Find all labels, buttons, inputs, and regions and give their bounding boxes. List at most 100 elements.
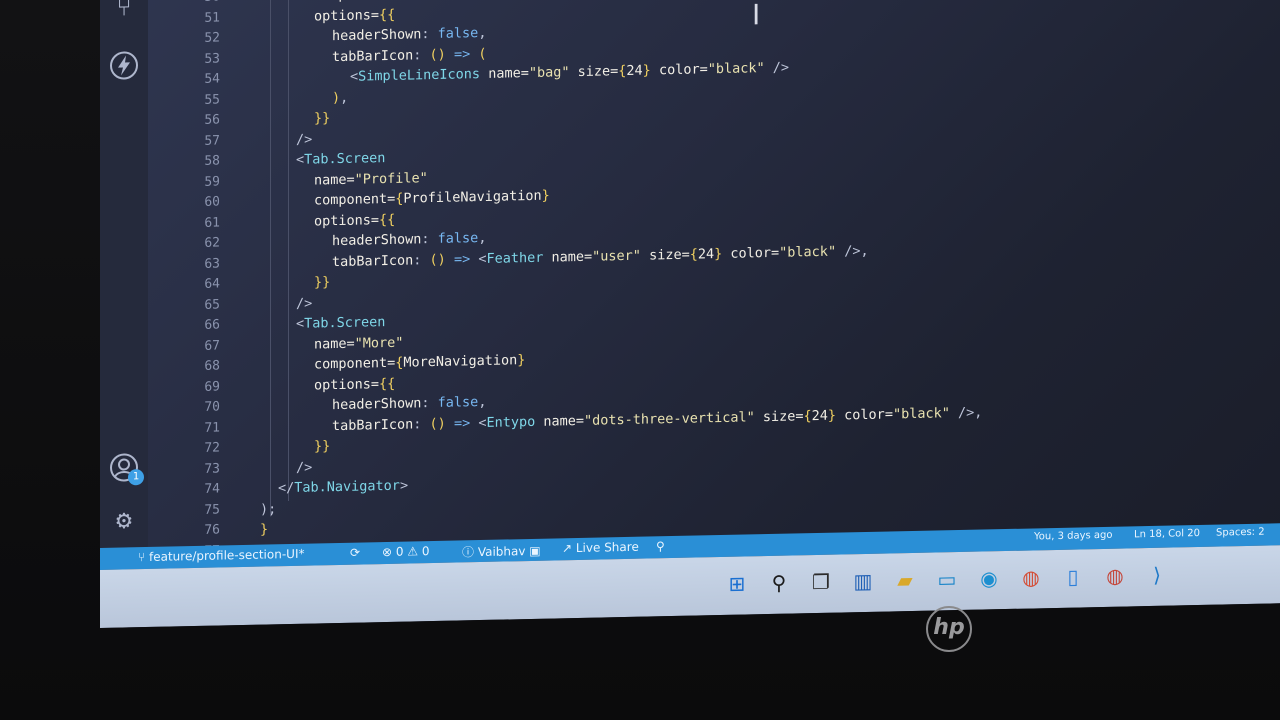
sync-icon[interactable]: ⟳ xyxy=(350,546,360,560)
code-token: Feather xyxy=(486,249,544,267)
code-line: /> xyxy=(296,295,312,311)
line-number: 64 xyxy=(204,276,220,292)
line-number: 63 xyxy=(204,255,220,272)
code-line: }} xyxy=(314,438,330,454)
code-token: false xyxy=(437,25,479,42)
code-line: /> xyxy=(296,459,312,475)
code-line: options={{ xyxy=(314,6,395,24)
cursor-position[interactable]: Ln 18, Col 20 xyxy=(1134,528,1200,540)
live-share-button[interactable]: ↗ Live Share xyxy=(562,540,639,556)
code-token: size= xyxy=(640,246,690,264)
code-token: => xyxy=(445,45,479,63)
line-number: 67 xyxy=(204,337,220,354)
task-view-icon[interactable]: ❐ xyxy=(806,567,836,598)
accounts-icon[interactable]: 1 xyxy=(108,451,144,486)
code-token: /> xyxy=(296,295,313,312)
code-token: < xyxy=(350,68,359,85)
indentation-status[interactable]: Spaces: 2 xyxy=(1216,527,1265,539)
desktop-icon[interactable]: ▭ xyxy=(932,564,962,595)
branch-name: feature/profile-section-UI* xyxy=(149,546,305,564)
code-token: , xyxy=(340,89,349,106)
code-token: options= xyxy=(314,6,380,25)
laptop-screen: ⑂ 1 ⚙ 50 51 52 53 54 55 56 57 58 59 60 61 62 63 64 65 66… xyxy=(100,0,1280,628)
line-number: 73 xyxy=(204,460,220,477)
branch-status[interactable]: ⑂ feature/profile-section-UI* xyxy=(138,547,305,564)
code-token: "Profile" xyxy=(354,169,428,188)
code-line: /> xyxy=(296,131,312,147)
code-token: } xyxy=(260,521,269,538)
problems-status[interactable]: ⊗ 0 ⚠ 0 xyxy=(382,544,430,559)
code-line: ); xyxy=(260,501,276,517)
file-explorer-icon[interactable]: ▰ xyxy=(890,565,920,596)
code-token: ( xyxy=(478,45,487,62)
code-line: <SimpleLineIcons name="bag" size={24} co… xyxy=(350,60,789,85)
code-token: ) xyxy=(332,89,341,106)
thunder-icon[interactable] xyxy=(108,49,140,82)
line-number: 54 xyxy=(204,71,220,87)
code-token: : xyxy=(421,394,438,412)
code-token: Tab.Screen xyxy=(304,150,386,168)
code-line: } xyxy=(260,521,268,537)
code-token: headerShown xyxy=(332,231,422,250)
line-number: 61 xyxy=(204,214,220,231)
code-token: } xyxy=(541,187,550,204)
line-number: 52 xyxy=(204,30,220,46)
code-line: <Tab.Screen xyxy=(296,314,385,332)
code-token: } xyxy=(517,352,526,369)
code-token: }} xyxy=(314,274,331,291)
code-token: QuizNavigation xyxy=(403,0,517,2)
chrome-profile-icon[interactable]: ◍ xyxy=(1100,560,1130,591)
text-cursor-icon: I xyxy=(752,0,761,32)
code-token: ); xyxy=(260,500,277,518)
code-token: { xyxy=(689,245,698,263)
errors-count: 0 xyxy=(395,544,404,559)
code-token: /> xyxy=(296,459,313,476)
line-number: 58 xyxy=(204,153,220,169)
code-token: component= xyxy=(314,354,396,373)
code-token: SimpleLineIcons xyxy=(358,66,481,85)
code-token: ProfileNavigation xyxy=(403,187,542,207)
user-status[interactable]: ⓘ Vaibhav ▣ xyxy=(462,542,541,561)
git-blame[interactable]: You, 3 days ago xyxy=(1034,530,1113,543)
line-number: 69 xyxy=(204,378,220,395)
code-token: }} xyxy=(314,438,331,455)
vscode-icon[interactable]: ⟩ xyxy=(1142,560,1172,591)
indent-guide xyxy=(270,0,271,517)
settings-gear-icon[interactable]: ⚙ xyxy=(108,504,140,537)
code-token: { xyxy=(803,407,812,424)
code-token: "bag" xyxy=(528,64,570,82)
line-number: 50 xyxy=(170,0,220,6)
code-token: "black" xyxy=(779,243,837,261)
widgets-icon[interactable]: ▥ xyxy=(848,566,878,597)
code-token: component= xyxy=(314,0,395,4)
code-token: </ xyxy=(278,479,295,497)
code-line: <Tab.Screen xyxy=(296,150,385,168)
code-token: options= xyxy=(314,375,380,394)
code-line: options={{ xyxy=(314,211,395,229)
code-token: : xyxy=(421,230,438,248)
code-line: ), xyxy=(332,89,348,105)
phone-link-icon[interactable]: ▯ xyxy=(1058,561,1088,592)
code-token: } xyxy=(827,407,837,424)
line-number: 75 xyxy=(204,501,220,518)
activity-bar: ⑂ 1 ⚙ xyxy=(100,0,148,548)
search-icon[interactable]: ⚲ xyxy=(764,567,794,598)
chrome-icon[interactable]: ◍ xyxy=(1016,562,1046,593)
code-token: false xyxy=(437,394,479,411)
code-token: size= xyxy=(569,63,619,81)
code-token: () xyxy=(429,415,446,432)
code-token: }} xyxy=(314,110,331,127)
code-token: : xyxy=(413,415,430,432)
line-number: 60 xyxy=(204,194,220,210)
code-token: color= xyxy=(836,405,893,424)
code-editor[interactable]: component= { QuizNavigation} options={{ head… xyxy=(260,0,1260,545)
line-number: 51 xyxy=(204,9,220,26)
thunder-icon-svg xyxy=(110,51,138,80)
pin-icon[interactable]: ⚲ xyxy=(656,539,665,553)
windows-start-icon[interactable]: ⊞ xyxy=(722,568,752,599)
source-control-icon[interactable]: ⑂ xyxy=(108,0,140,24)
line-number: 71 xyxy=(204,419,220,436)
edge-icon[interactable]: ◉ xyxy=(974,563,1004,594)
code-line: tabBarIcon: () => ( xyxy=(332,45,486,64)
code-line: headerShown: false, xyxy=(332,394,486,413)
